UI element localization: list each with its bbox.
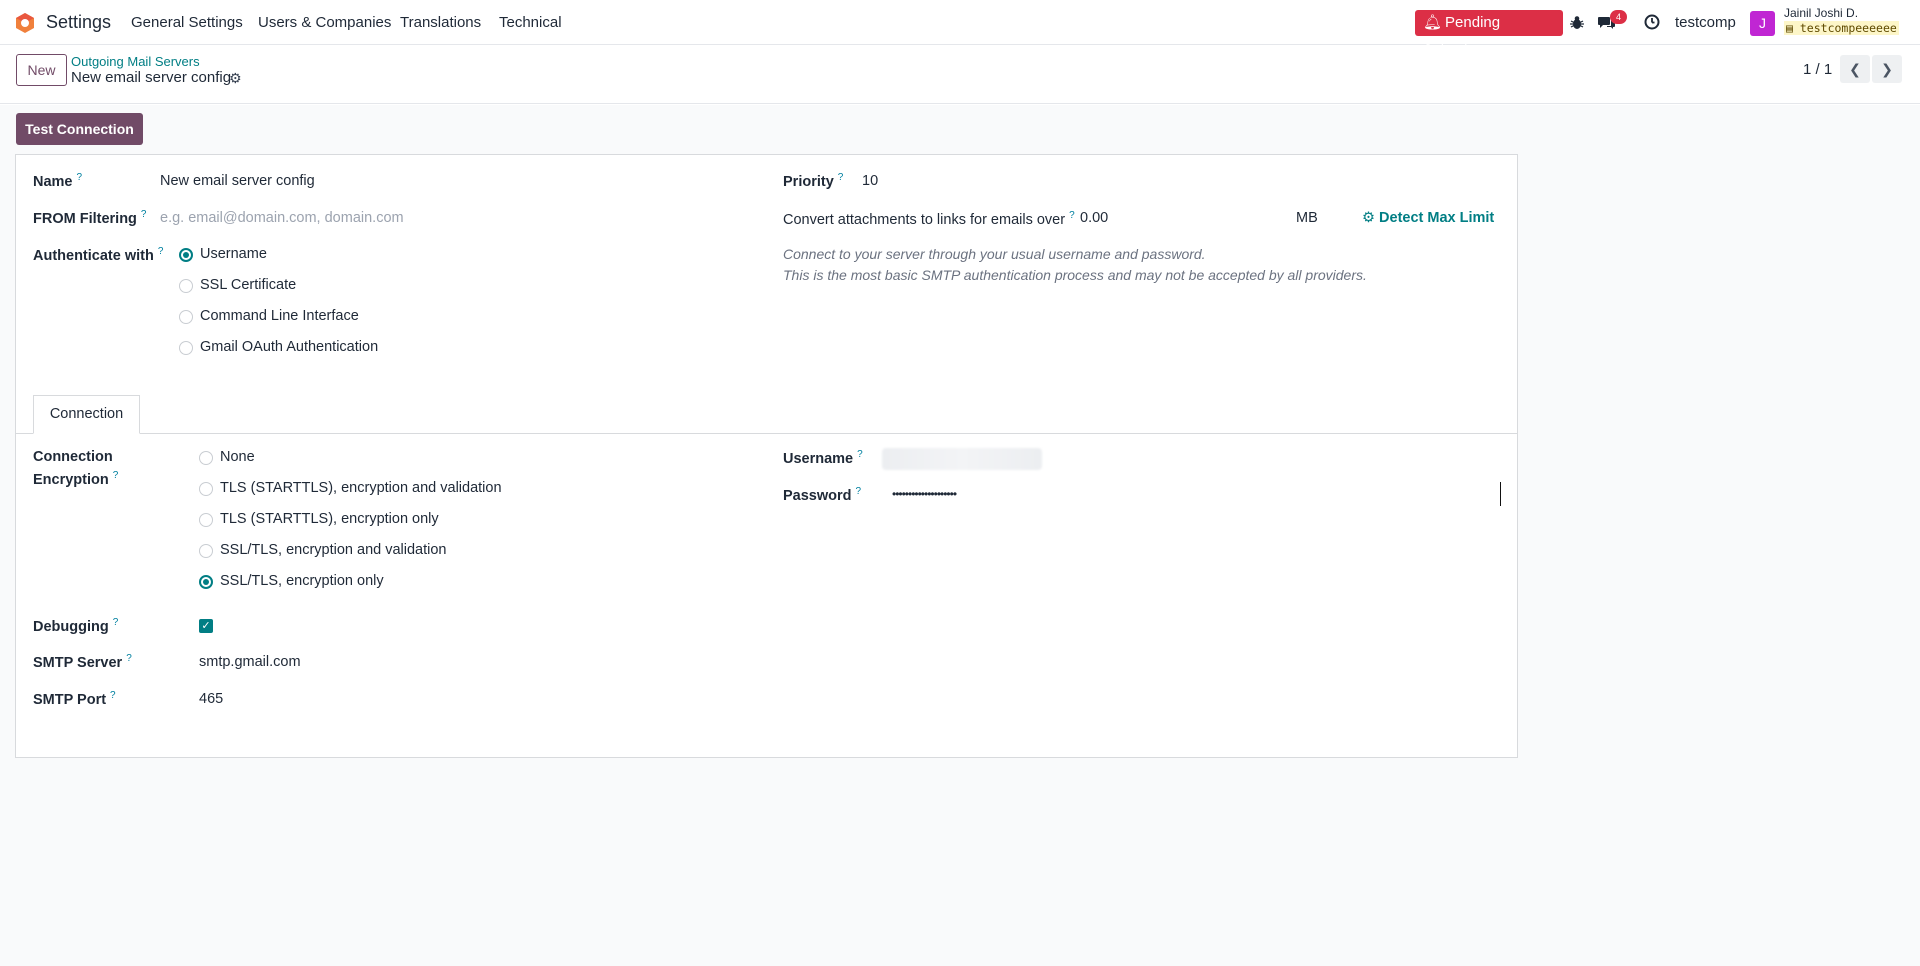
record-title: New email server config bbox=[71, 69, 232, 86]
encryption-none-radio[interactable] bbox=[199, 451, 213, 465]
password-input[interactable]: •••••••••••••••••••• bbox=[892, 487, 957, 501]
smtp-port-input[interactable]: 465 bbox=[199, 691, 223, 707]
name-label: Name? bbox=[33, 172, 83, 190]
auth-ssl-certificate-radio[interactable] bbox=[179, 279, 193, 293]
check-icon: ✓ bbox=[201, 620, 211, 632]
messages-badge: 4 bbox=[1610, 10, 1627, 24]
encryption-ssl-only-radio[interactable] bbox=[199, 575, 213, 589]
menu-general-settings[interactable]: General Settings bbox=[131, 14, 243, 31]
auth-gmail-oauth-radio[interactable] bbox=[179, 341, 193, 355]
bell-icon: 🔔︎ bbox=[1423, 14, 1443, 31]
username-input[interactable] bbox=[882, 448, 1042, 470]
gear-icon: ⚙ bbox=[1362, 210, 1375, 226]
pager-value[interactable]: 1 / 1 bbox=[1803, 61, 1832, 78]
auth-hint-line-1: Connect to your server through your usua… bbox=[783, 246, 1206, 262]
chevron-right-icon: ❯ bbox=[1881, 61, 1893, 77]
name-input[interactable]: New email server config bbox=[160, 173, 315, 189]
encryption-starttls-validation-label[interactable]: TLS (STARTTLS), encryption and validatio… bbox=[220, 480, 502, 496]
detect-max-limit-button[interactable]: ⚙ Detect Max Limit bbox=[1362, 210, 1494, 226]
company-switcher[interactable]: testcomp bbox=[1675, 14, 1736, 31]
tab-divider bbox=[16, 433, 1517, 434]
test-connection-button[interactable]: Test Connection bbox=[16, 113, 143, 145]
debugging-label: Debugging? bbox=[33, 617, 119, 635]
database-name: ▤ testcompeeeeee bbox=[1784, 21, 1899, 35]
pager-next-button[interactable]: ❯ bbox=[1872, 55, 1902, 83]
clock-icon[interactable] bbox=[1644, 14, 1660, 30]
authenticate-with-label: Authenticate with? bbox=[33, 246, 164, 264]
user-name[interactable]: Jainil Joshi D. bbox=[1784, 6, 1858, 20]
gear-icon[interactable]: ⚙ bbox=[229, 70, 242, 87]
pending-activation-button[interactable]: 🔔︎Pending Activation bbox=[1415, 10, 1563, 57]
smtp-port-label: SMTP Port? bbox=[33, 690, 116, 708]
auth-cli-radio[interactable] bbox=[179, 310, 193, 324]
database-icon: ▤ bbox=[1786, 21, 1793, 35]
odoo-logo-icon[interactable] bbox=[14, 12, 36, 34]
auth-username-radio[interactable] bbox=[179, 248, 193, 262]
debugging-checkbox[interactable]: ✓ bbox=[199, 619, 213, 633]
encryption-ssl-validation-radio[interactable] bbox=[199, 544, 213, 558]
form-sheet: Name? New email server config FROM Filte… bbox=[15, 154, 1518, 758]
encryption-starttls-validation-radio[interactable] bbox=[199, 482, 213, 496]
new-button[interactable]: New bbox=[16, 54, 67, 86]
menu-users-companies[interactable]: Users & Companies bbox=[258, 14, 391, 31]
password-label: Password? bbox=[783, 486, 862, 504]
form-view: Test Connection Name? New email server c… bbox=[0, 105, 1920, 966]
smtp-server-label: SMTP Server? bbox=[33, 653, 132, 671]
auth-cli-label[interactable]: Command Line Interface bbox=[200, 308, 359, 324]
smtp-server-input[interactable]: smtp.gmail.com bbox=[199, 654, 301, 670]
connection-encryption-label-line-1: Connection bbox=[33, 449, 113, 465]
text-cursor bbox=[1500, 482, 1501, 506]
breadcrumb[interactable]: Outgoing Mail Servers bbox=[71, 54, 200, 69]
attachment-limit-input[interactable]: 0.00 bbox=[1080, 210, 1108, 226]
attachment-unit: MB bbox=[1296, 210, 1318, 226]
from-filter-label: FROM Filtering? bbox=[33, 209, 147, 227]
encryption-ssl-only-label[interactable]: SSL/TLS, encryption only bbox=[220, 573, 384, 589]
auth-gmail-oauth-label[interactable]: Gmail OAuth Authentication bbox=[200, 339, 378, 355]
top-navbar: Settings General Settings Users & Compan… bbox=[0, 0, 1920, 57]
menu-technical[interactable]: Technical bbox=[499, 14, 562, 31]
tab-connection[interactable]: Connection bbox=[33, 395, 140, 434]
encryption-ssl-validation-label[interactable]: SSL/TLS, encryption and validation bbox=[220, 542, 447, 558]
connection-encryption-label: Encryption? bbox=[33, 470, 119, 488]
chevron-left-icon: ❮ bbox=[1849, 61, 1861, 77]
priority-label: Priority? bbox=[783, 172, 844, 190]
encryption-starttls-only-label[interactable]: TLS (STARTTLS), encryption only bbox=[220, 511, 439, 527]
app-name[interactable]: Settings bbox=[46, 12, 111, 33]
auth-hint-line-2: This is the most basic SMTP authenticati… bbox=[783, 267, 1367, 283]
auth-ssl-certificate-label[interactable]: SSL Certificate bbox=[200, 277, 296, 293]
username-label: Username? bbox=[783, 449, 863, 467]
menu-translations[interactable]: Translations bbox=[400, 14, 481, 31]
priority-input[interactable]: 10 bbox=[862, 173, 878, 189]
pager-previous-button[interactable]: ❮ bbox=[1840, 55, 1870, 83]
bug-icon[interactable] bbox=[1570, 15, 1584, 30]
auth-username-label[interactable]: Username bbox=[200, 246, 267, 262]
avatar[interactable]: J bbox=[1750, 11, 1775, 36]
control-panel: New Outgoing Mail Servers New email serv… bbox=[0, 45, 1920, 104]
from-filter-input[interactable]: e.g. email@domain.com, domain.com bbox=[160, 210, 404, 226]
encryption-none-label[interactable]: None bbox=[220, 449, 255, 465]
attachment-limit-label: Convert attachments to links for emails … bbox=[783, 210, 1075, 228]
database-name-text: testcompeeeeee bbox=[1799, 21, 1897, 35]
encryption-starttls-only-radio[interactable] bbox=[199, 513, 213, 527]
